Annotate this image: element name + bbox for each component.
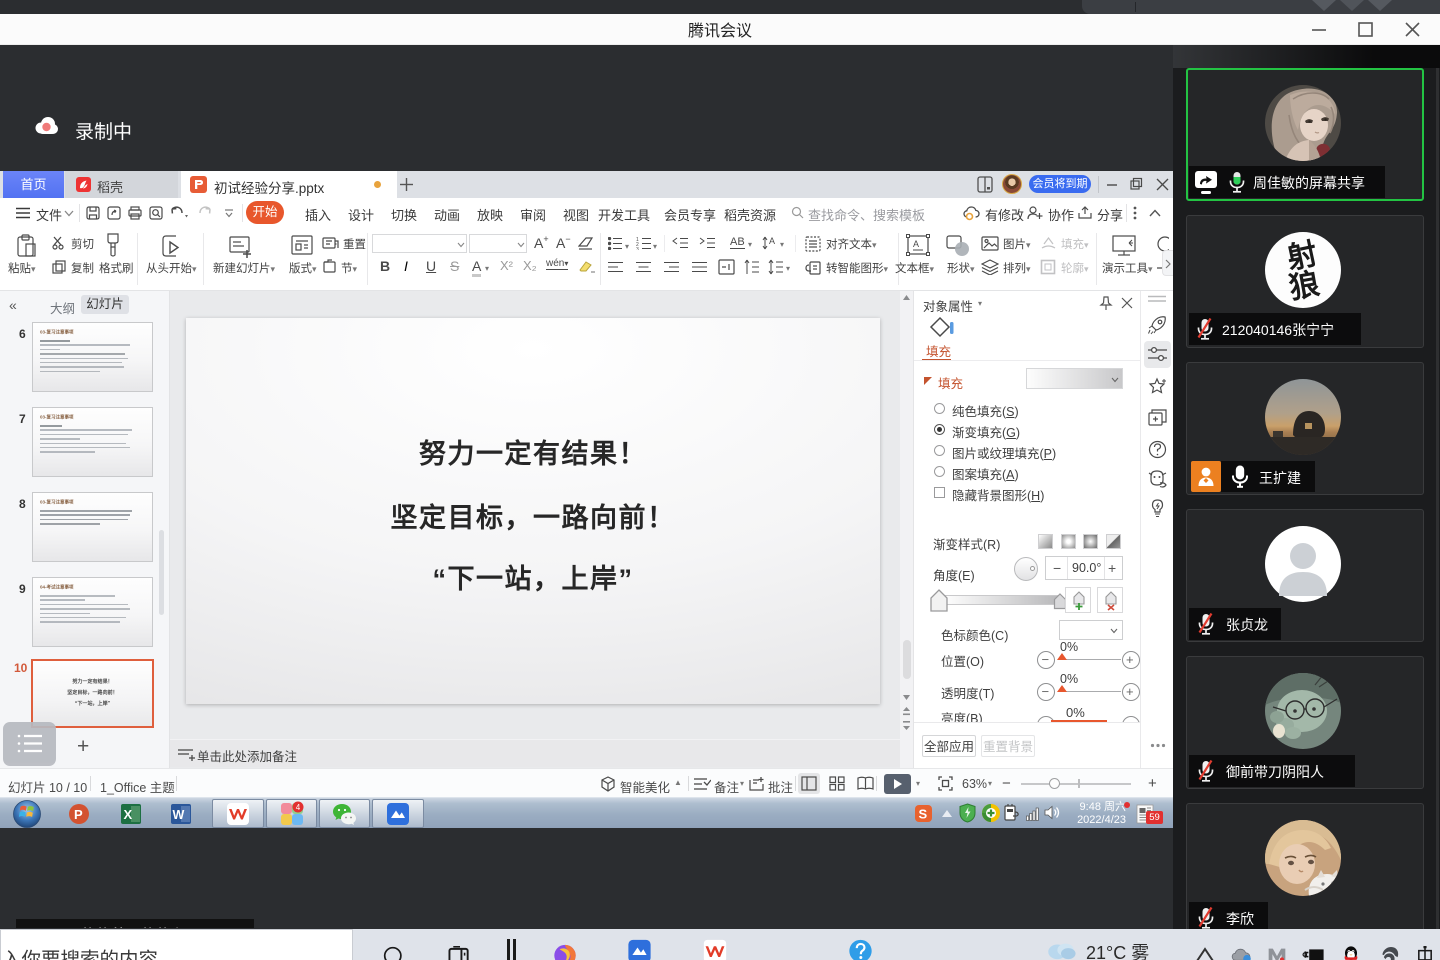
svg-text:狼: 狼 [1287, 267, 1322, 306]
svg-text:A: A [913, 239, 919, 249]
svg-text:3: 3 [636, 247, 639, 250]
svg-text:4: 4 [296, 803, 301, 812]
svg-text:W: W [173, 808, 185, 822]
svg-text:X: X [124, 807, 133, 822]
svg-text:A: A [769, 236, 775, 246]
svg-text:P: P [74, 807, 83, 822]
svg-text:S: S [919, 807, 928, 822]
